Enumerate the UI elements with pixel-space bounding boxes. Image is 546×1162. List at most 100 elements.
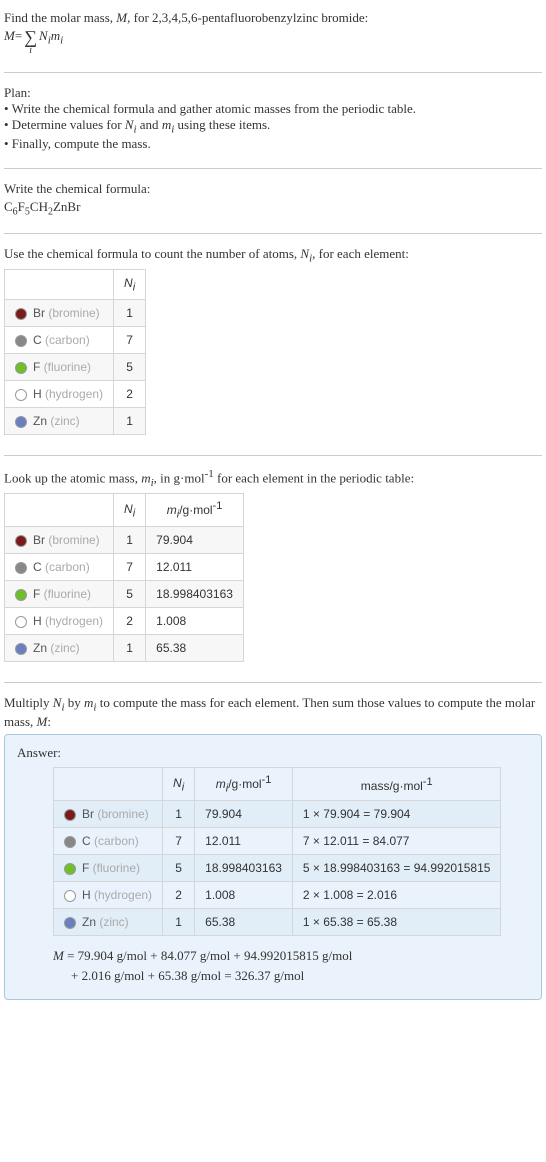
swatch-icon xyxy=(64,836,76,848)
table-header-row: Ni xyxy=(5,269,146,299)
m-cell: 65.38 xyxy=(195,909,293,936)
chem-formula: C6F5CH2ZnBr xyxy=(4,199,542,218)
table-row: H (hydrogen) 2 xyxy=(5,381,146,408)
swatch-icon xyxy=(64,890,76,902)
divider xyxy=(4,682,542,683)
n-cell: 1 xyxy=(163,909,195,936)
n-cell: 5 xyxy=(114,354,146,381)
eq-Ni: Ni xyxy=(39,28,51,47)
element-cell: Zn (zinc) xyxy=(5,408,114,435)
col-ni: Ni xyxy=(114,269,146,299)
eq-mi: mi xyxy=(51,28,63,47)
element-cell: F (fluorine) xyxy=(54,855,163,882)
lookup-table: Ni mi/g·mol-1 Br (bromine) 1 79.904 C (c… xyxy=(4,493,244,662)
swatch-icon xyxy=(15,389,27,401)
chem-formula-section: Write the chemical formula: C6F5CH2ZnBr xyxy=(4,175,542,228)
mass-cell: 7 × 12.011 = 84.077 xyxy=(292,828,501,855)
swatch-icon xyxy=(15,416,27,428)
element-cell: Br (bromine) xyxy=(54,801,163,828)
divider xyxy=(4,72,542,73)
plan-bullet-3: • Finally, compute the mass. xyxy=(4,136,542,152)
m-cell: 1.008 xyxy=(195,882,293,909)
table-row: Zn (zinc) 1 65.38 xyxy=(5,635,244,662)
mass-cell: 1 × 79.904 = 79.904 xyxy=(292,801,501,828)
element-cell: Br (bromine) xyxy=(5,300,114,327)
table-row: Br (bromine) 1 79.904 1 × 79.904 = 79.90… xyxy=(54,801,501,828)
mass-cell: 2 × 1.008 = 2.016 xyxy=(292,882,501,909)
swatch-icon xyxy=(15,335,27,347)
answer-inner: Ni mi/g·mol-1 mass/g·mol-1 Br (bromine) … xyxy=(17,767,529,985)
m-cell: 65.38 xyxy=(146,635,244,662)
divider xyxy=(4,168,542,169)
table-row: Zn (zinc) 1 xyxy=(5,408,146,435)
table-header-row: Ni mi/g·mol-1 xyxy=(5,494,244,527)
table-row: Br (bromine) 1 xyxy=(5,300,146,327)
m-cell: 79.904 xyxy=(195,801,293,828)
table-row: F (fluorine) 5 18.998403163 5 × 18.99840… xyxy=(54,855,501,882)
element-cell: C (carbon) xyxy=(54,828,163,855)
n-cell: 1 xyxy=(114,300,146,327)
final-equation: M = 79.904 g/mol + 84.077 g/mol + 94.992… xyxy=(53,946,529,985)
swatch-icon xyxy=(15,616,27,628)
intro-M: M xyxy=(116,10,127,25)
element-cell: H (hydrogen) xyxy=(54,882,163,909)
eq-M: M xyxy=(4,28,15,44)
sigma-symbol: ∑ xyxy=(24,28,37,46)
sigma-index: i xyxy=(29,46,32,56)
element-cell: C (carbon) xyxy=(5,327,114,354)
swatch-icon xyxy=(64,809,76,821)
element-cell: F (fluorine) xyxy=(5,354,114,381)
table-row: F (fluorine) 5 xyxy=(5,354,146,381)
n-cell: 5 xyxy=(114,581,146,608)
m-cell: 12.011 xyxy=(195,828,293,855)
table-row: C (carbon) 7 12.011 xyxy=(5,554,244,581)
element-cell: Zn (zinc) xyxy=(54,909,163,936)
multiply-section: Multiply Ni by mi to compute the mass fo… xyxy=(4,689,542,1010)
col-blank xyxy=(54,768,163,801)
element-cell: H (hydrogen) xyxy=(5,608,114,635)
n-cell: 7 xyxy=(163,828,195,855)
answer-title: Answer: xyxy=(17,745,529,761)
table-row: C (carbon) 7 12.011 7 × 12.011 = 84.077 xyxy=(54,828,501,855)
swatch-icon xyxy=(64,863,76,875)
n-cell: 1 xyxy=(114,635,146,662)
swatch-icon xyxy=(15,535,27,547)
divider xyxy=(4,455,542,456)
table-row: F (fluorine) 5 18.998403163 xyxy=(5,581,244,608)
element-cell: F (fluorine) xyxy=(5,581,114,608)
col-blank xyxy=(5,494,114,527)
intro-text-2: , for 2,3,4,5,6-pentafluorobenzylzinc br… xyxy=(127,10,368,25)
swatch-icon xyxy=(15,308,27,320)
plan-heading: Plan: xyxy=(4,85,542,101)
col-mi: mi/g·mol-1 xyxy=(195,768,293,801)
table-row: C (carbon) 7 xyxy=(5,327,146,354)
intro-equation: M = ∑ i Ni mi xyxy=(4,28,542,56)
m-cell: 18.998403163 xyxy=(195,855,293,882)
n-cell: 2 xyxy=(114,381,146,408)
table-row: Zn (zinc) 1 65.38 1 × 65.38 = 65.38 xyxy=(54,909,501,936)
intro-text: Find the molar mass, xyxy=(4,10,116,25)
chem-heading: Write the chemical formula: xyxy=(4,181,542,197)
table-header-row: Ni mi/g·mol-1 mass/g·mol-1 xyxy=(54,768,501,801)
plan-bullet-2: • Determine values for Ni and mi using t… xyxy=(4,117,542,136)
multiply-heading: Multiply Ni by mi to compute the mass fo… xyxy=(4,695,542,730)
m-cell: 12.011 xyxy=(146,554,244,581)
plan-section: Plan: • Write the chemical formula and g… xyxy=(4,79,542,162)
count-table: Ni Br (bromine) 1 C (carbon) 7 F (fluori… xyxy=(4,269,146,435)
count-section: Use the chemical formula to count the nu… xyxy=(4,240,542,449)
answer-table: Ni mi/g·mol-1 mass/g·mol-1 Br (bromine) … xyxy=(53,767,501,936)
col-ni: Ni xyxy=(163,768,195,801)
swatch-icon xyxy=(15,362,27,374)
n-cell: 5 xyxy=(163,855,195,882)
element-cell: H (hydrogen) xyxy=(5,381,114,408)
lookup-heading: Look up the atomic mass, mi, in g·mol-1 … xyxy=(4,468,542,489)
n-cell: 2 xyxy=(163,882,195,909)
n-cell: 7 xyxy=(114,327,146,354)
col-mass: mass/g·mol-1 xyxy=(292,768,501,801)
answer-box: Answer: Ni mi/g·mol-1 mass/g·mol-1 Br (b… xyxy=(4,734,542,1000)
table-row: Br (bromine) 1 79.904 xyxy=(5,527,244,554)
n-cell: 7 xyxy=(114,554,146,581)
mass-cell: 5 × 18.998403163 = 94.992015815 xyxy=(292,855,501,882)
element-cell: Zn (zinc) xyxy=(5,635,114,662)
n-cell: 2 xyxy=(114,608,146,635)
